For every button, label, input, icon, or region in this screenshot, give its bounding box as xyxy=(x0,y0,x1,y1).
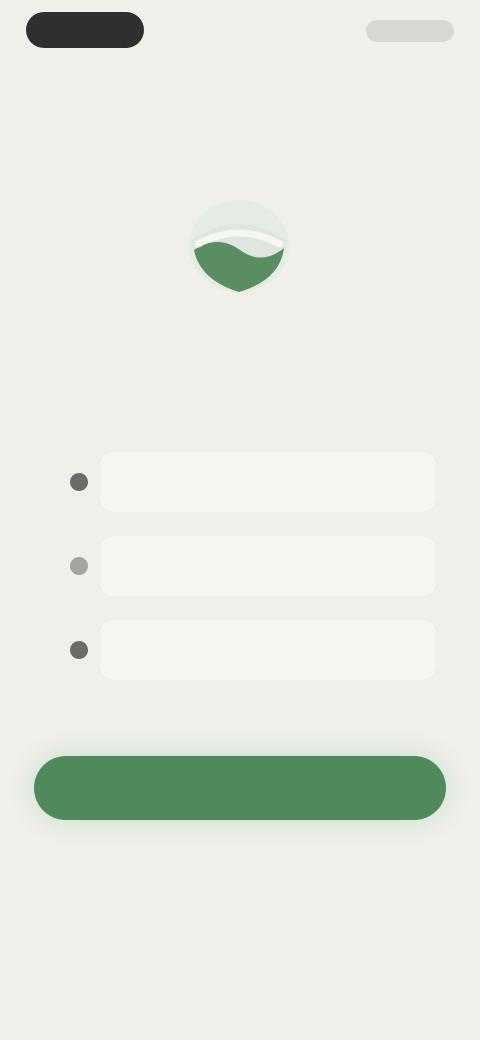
status-bar xyxy=(20,12,460,52)
choice-option-1[interactable] xyxy=(60,446,436,518)
continue-button[interactable] xyxy=(34,756,446,820)
choice-card[interactable] xyxy=(100,620,436,680)
app-screen xyxy=(0,0,480,1040)
leaf-badge-icon xyxy=(180,192,298,300)
status-time-pill xyxy=(26,12,144,48)
radio-button[interactable] xyxy=(70,557,88,575)
choice-option-3[interactable] xyxy=(60,614,436,686)
status-indicators xyxy=(366,20,454,42)
choice-option-2[interactable] xyxy=(60,530,436,602)
radio-button[interactable] xyxy=(70,473,88,491)
choice-card[interactable] xyxy=(100,536,436,596)
choice-card[interactable] xyxy=(100,452,436,512)
radio-button[interactable] xyxy=(70,641,88,659)
choice-list xyxy=(60,446,436,698)
